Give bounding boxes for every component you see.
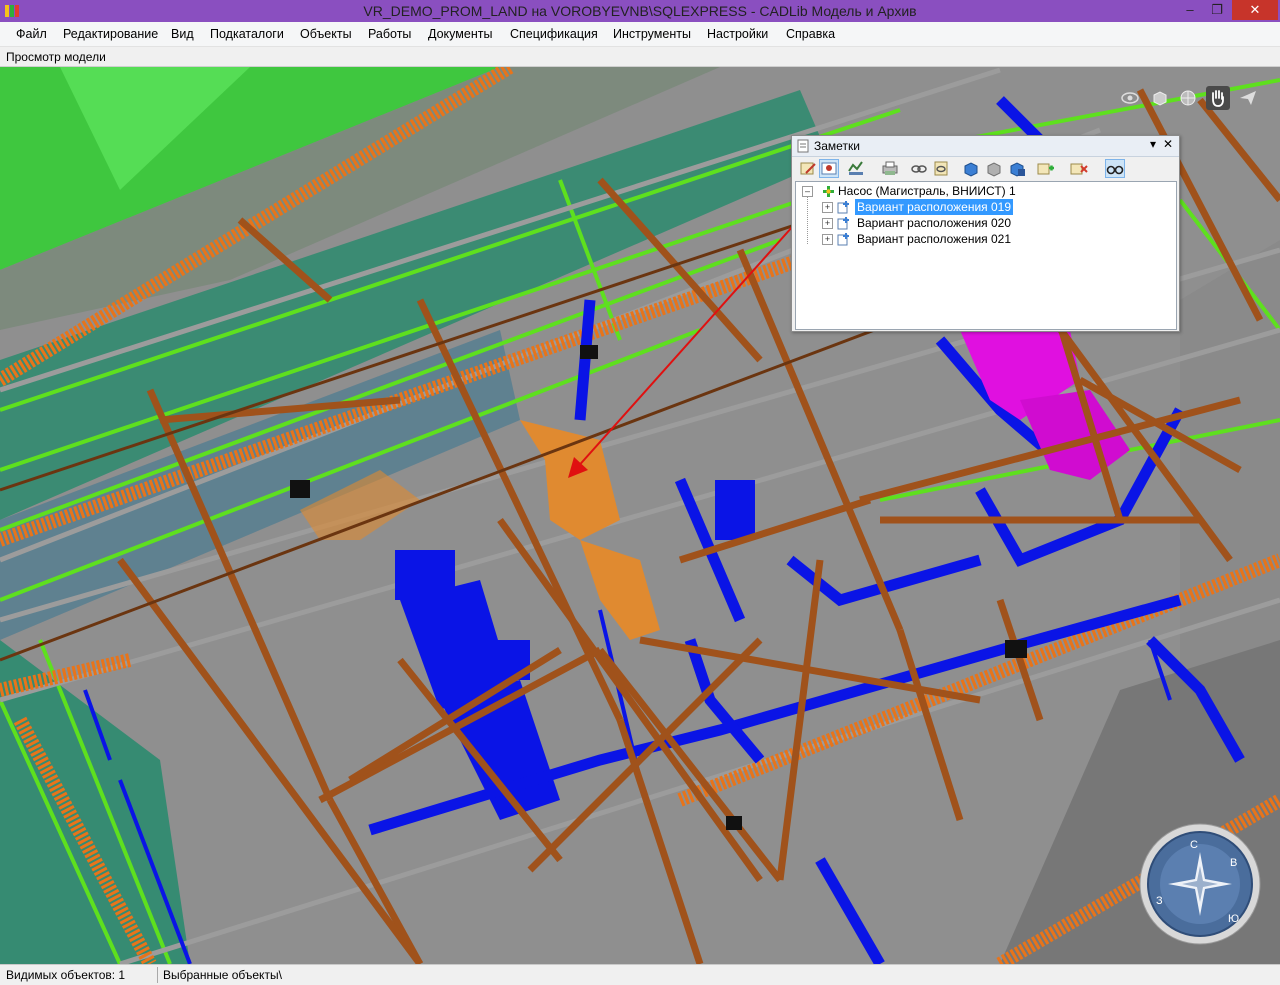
notes-panel[interactable]: Заметки ▾ ✕ – Насос (Магистраль, ВНИИСТ)… — [791, 135, 1180, 332]
menu-objects[interactable]: Объекты — [300, 27, 352, 41]
tree-node-variant-021-label: Вариант расположения 021 — [857, 232, 1012, 246]
note-edit-icon[interactable] — [798, 159, 818, 178]
cube-blue-icon[interactable] — [961, 159, 981, 178]
status-separator — [157, 967, 158, 983]
menu-help[interactable]: Справка — [786, 27, 835, 41]
close-button[interactable]: ✕ — [1232, 0, 1278, 20]
note-node-icon — [837, 201, 849, 214]
notes-panel-titlebar[interactable]: Заметки ▾ ✕ — [792, 136, 1179, 157]
tree-node-variant-019-label: Вариант расположения 019 — [855, 199, 1014, 215]
filter-icon[interactable] — [846, 159, 866, 178]
panel-pin-button[interactable]: ▾ — [1146, 137, 1160, 151]
pump-node-icon — [823, 186, 834, 197]
globe-icon[interactable] — [1178, 88, 1198, 108]
note-node-icon — [837, 233, 849, 246]
tree-expander-021[interactable]: + — [822, 234, 833, 245]
notes-panel-title: Заметки — [814, 139, 860, 153]
print-icon[interactable] — [880, 159, 900, 178]
title-bar: VR_DEMO_PROM_LAND на VOROBYEVNB\SQLEXPRE… — [0, 0, 1280, 22]
link-list-icon[interactable] — [931, 159, 951, 178]
note-node-icon — [837, 217, 849, 230]
cube-save-icon[interactable] — [1007, 159, 1027, 178]
view-title: Просмотр модели — [6, 50, 106, 64]
menu-works[interactable]: Работы — [368, 27, 411, 41]
delete-note-icon[interactable] — [1068, 159, 1088, 178]
tree-connector-line — [807, 196, 809, 244]
menu-file[interactable]: Файл — [16, 27, 47, 41]
view-title-bar: Просмотр модели — [0, 47, 1280, 67]
panel-close-button[interactable]: ✕ — [1161, 137, 1175, 151]
tree-expander-020[interactable]: + — [822, 218, 833, 229]
compass-south: Ю — [1228, 913, 1239, 925]
maximize-button[interactable]: ❐ — [1204, 0, 1230, 20]
paper-plane-icon[interactable] — [1238, 88, 1258, 108]
menu-bar: Файл Редактирование Вид Подкаталоги Объе… — [0, 22, 1280, 47]
glasses-button[interactable] — [1105, 159, 1125, 178]
notes-tree[interactable]: – Насос (Магистраль, ВНИИСТ) 1 + Вариант… — [795, 181, 1177, 330]
tree-node-root-label: Насос (Магистраль, ВНИИСТ) 1 — [838, 184, 1016, 198]
status-selected-objects[interactable]: Выбранные объекты\ — [163, 968, 282, 982]
minimize-button[interactable]: – — [1177, 0, 1203, 20]
note-view-button[interactable] — [819, 159, 839, 178]
add-note-icon[interactable] — [1035, 159, 1055, 178]
status-visible-objects: Видимых объектов: 1 — [6, 968, 126, 982]
compass-icon[interactable]: С В Ю З — [1138, 822, 1262, 946]
menu-edit[interactable]: Редактирование — [63, 27, 158, 41]
cube-gray-icon[interactable] — [984, 159, 1004, 178]
note-view-icon — [821, 162, 837, 175]
menu-tools[interactable]: Инструменты — [613, 27, 691, 41]
menu-specification[interactable]: Спецификация — [510, 27, 598, 41]
menu-settings[interactable]: Настройки — [707, 27, 768, 41]
hand-pan-icon[interactable] — [1206, 86, 1230, 110]
tree-node-variant-020-label: Вариант расположения 020 — [857, 216, 1012, 230]
menu-subcatalogs[interactable]: Подкаталоги — [210, 27, 284, 41]
compass-west: З — [1156, 895, 1163, 907]
glasses-icon — [1106, 165, 1124, 175]
menu-view[interactable]: Вид — [171, 27, 194, 41]
cube-icon[interactable] — [1150, 88, 1170, 108]
compass-east: В — [1230, 857, 1237, 869]
tree-expander-019[interactable]: + — [822, 202, 833, 213]
link-icon[interactable] — [909, 159, 929, 178]
eye-icon[interactable] — [1120, 88, 1140, 108]
status-bar: Видимых объектов: 1 Выбранные объекты\ — [0, 964, 1280, 985]
menu-documents[interactable]: Документы — [428, 27, 492, 41]
window-title: VR_DEMO_PROM_LAND на VOROBYEVNB\SQLEXPRE… — [363, 3, 917, 19]
compass-north: С — [1190, 839, 1198, 851]
notes-icon — [797, 139, 809, 153]
notes-toolbar — [792, 157, 1179, 181]
